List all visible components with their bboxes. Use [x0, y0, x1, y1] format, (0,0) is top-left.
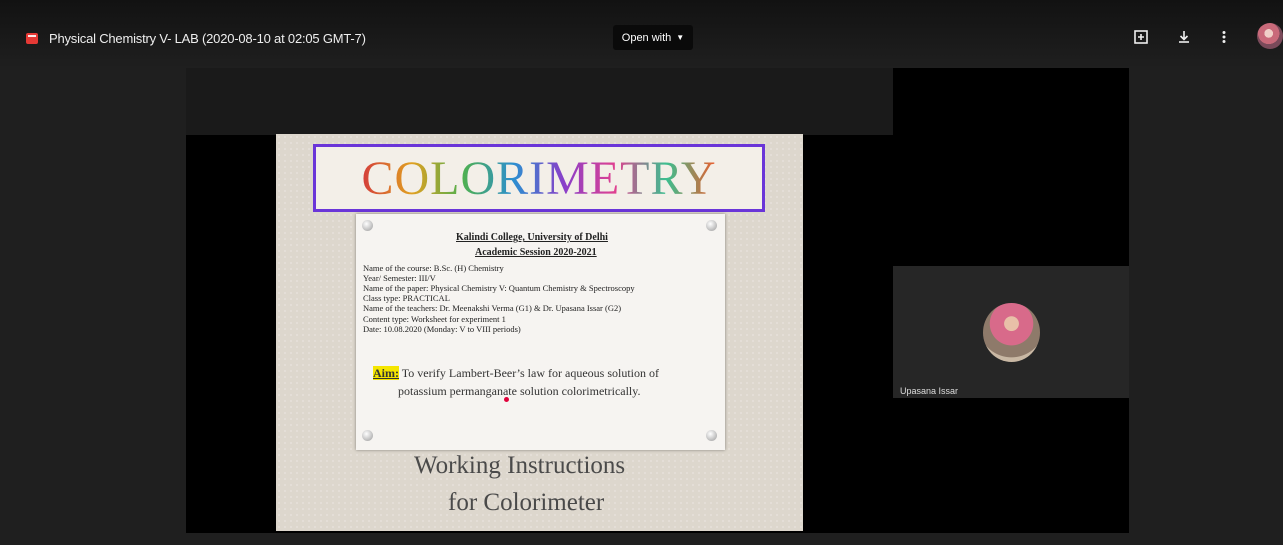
participant-avatar [983, 303, 1040, 362]
card-line: Name of the paper: Physical Chemistry V:… [363, 283, 635, 293]
card-line: Year/ Semester: III/V [363, 273, 436, 283]
aim-line-1: Aim: To verify Lambert-Beer’s law for aq… [373, 366, 659, 381]
card-line: Date: 10.08.2020 (Monday: V to VIII peri… [363, 324, 521, 334]
card-line: Class type: PRACTICAL [363, 293, 450, 303]
card-line: Content type: Worksheet for experiment 1 [363, 314, 506, 324]
aim-line-2: potassium permanganate solution colorime… [398, 384, 641, 398]
more-vert-icon[interactable] [1212, 25, 1236, 49]
account-avatar[interactable] [1257, 23, 1283, 49]
slide-title: COLORIMETRY [361, 151, 717, 205]
pin-icon [362, 220, 373, 231]
file-title: Physical Chemistry V- LAB (2020-08-10 at… [49, 31, 366, 46]
video-file-icon [26, 33, 38, 44]
open-with-button[interactable]: Open with ▼ [613, 25, 693, 50]
aim-text-1: To verify Lambert-Beer’s law for aqueous… [399, 366, 659, 380]
caret-down-icon: ▼ [676, 33, 685, 42]
instructions-line-1: Working Instructions [414, 452, 626, 479]
video-top-strip [186, 68, 893, 135]
pin-icon [706, 220, 717, 231]
info-card: Kalindi College, University of Delhi Aca… [356, 214, 725, 450]
slide-title-box: COLORIMETRY [313, 144, 765, 212]
download-icon[interactable] [1172, 25, 1196, 49]
participant-name: Upasana Issar [900, 386, 959, 396]
session-heading: Academic Session 2020-2021 [475, 247, 597, 258]
add-comment-icon[interactable] [1129, 25, 1153, 49]
card-line: Name of the teachers: Dr. Meenakshi Verm… [363, 303, 622, 313]
instructions-line-2: for Colorimeter [448, 489, 605, 516]
viewer-stage: Physical Chemistry V- LAB (2020-08-10 at… [0, 0, 1283, 545]
card-line: Name of the course: B.Sc. (H) Chemistry [363, 263, 504, 273]
college-heading: Kalindi College, University of Delhi [456, 232, 608, 243]
pin-icon [706, 430, 717, 441]
laser-pointer-dot [504, 397, 509, 402]
open-with-label: Open with [621, 31, 672, 44]
aim-label: Aim: [373, 366, 399, 380]
pin-icon [362, 430, 373, 441]
